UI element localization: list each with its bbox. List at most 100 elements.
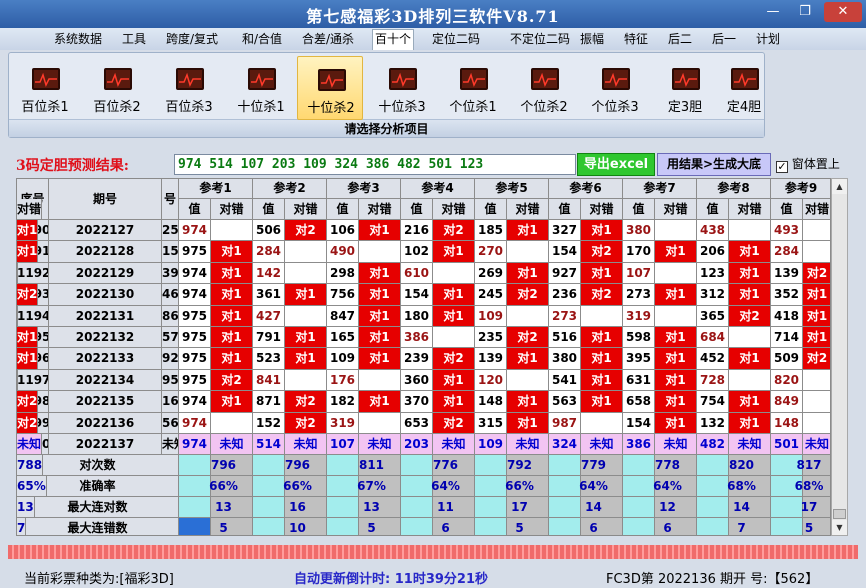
tool-button-9[interactable]: 定3胆 bbox=[652, 56, 718, 120]
tool-button-8[interactable]: 个位杀3 bbox=[582, 56, 648, 120]
value-cell: 418 bbox=[771, 306, 803, 327]
vertical-scrollbar[interactable]: ▲ ▼ bbox=[831, 178, 848, 536]
judge-cell bbox=[729, 370, 771, 391]
scroll-down-icon[interactable]: ▼ bbox=[832, 520, 847, 535]
value-cell: 841 bbox=[253, 370, 285, 391]
row-num: 562 bbox=[162, 413, 179, 434]
row-num: 256 bbox=[162, 220, 179, 241]
menu-item-0[interactable]: 系统数据 bbox=[52, 30, 104, 48]
stat-value: 13 bbox=[195, 497, 253, 518]
hit-cell: 对1 bbox=[581, 220, 623, 241]
hit-cell: 对1 bbox=[359, 391, 401, 413]
stat-value: 788 bbox=[17, 455, 44, 476]
stat-value: 5 bbox=[195, 518, 253, 535]
checkbox-check-icon[interactable]: ✓ bbox=[776, 161, 788, 173]
hit-cell: 未知 bbox=[285, 434, 327, 455]
row-period: 2022133 bbox=[49, 348, 162, 370]
row-period: 2022130 bbox=[49, 284, 162, 306]
judge-cell bbox=[211, 220, 253, 241]
value-cell: 236 bbox=[549, 284, 581, 306]
value-cell: 452 bbox=[697, 348, 729, 370]
header-ref-1: 参考2 bbox=[253, 179, 327, 199]
menu-item-3[interactable]: 和/合值 bbox=[240, 30, 284, 48]
stat-value: 792 bbox=[491, 455, 549, 476]
value-cell: 684 bbox=[697, 327, 729, 348]
tool-button-1[interactable]: 百位杀2 bbox=[84, 56, 150, 120]
value-cell: 109 bbox=[327, 348, 359, 370]
value-cell: 927 bbox=[549, 263, 581, 284]
value-cell: 386 bbox=[623, 434, 655, 455]
stat-value: 5 bbox=[787, 518, 830, 535]
hit-cell: 对1 bbox=[729, 241, 771, 263]
menu-item-10[interactable]: 后二 bbox=[666, 30, 694, 48]
judge-cell bbox=[285, 370, 327, 391]
value-cell: 235 bbox=[475, 327, 507, 348]
scroll-thumb[interactable] bbox=[833, 509, 846, 519]
hit-cell: 对1 bbox=[729, 263, 771, 284]
stat-value: 10 bbox=[269, 518, 327, 535]
value-cell: 370 bbox=[401, 391, 433, 413]
hit-cell: 对2 bbox=[729, 306, 771, 327]
menu-item-11[interactable]: 后一 bbox=[710, 30, 738, 48]
tool-button-0[interactable]: 百位杀1 bbox=[12, 56, 78, 120]
hit-cell: 未知 bbox=[433, 434, 475, 455]
row-period: 2022135 bbox=[49, 391, 162, 413]
menu-item-2[interactable]: 跨度/复式 bbox=[164, 30, 220, 48]
chart-monitor-icon bbox=[460, 68, 488, 90]
tool-button-2[interactable]: 百位杀3 bbox=[156, 56, 222, 120]
value-cell: 132 bbox=[697, 413, 729, 434]
value-cell: 148 bbox=[475, 391, 507, 413]
row-period: 2022137 bbox=[49, 434, 162, 455]
judge-cell bbox=[803, 413, 830, 434]
tool-button-10[interactable]: 定4胆 bbox=[711, 56, 777, 120]
menu-item-5[interactable]: 百十个 bbox=[372, 29, 415, 50]
hit-cell: 对1 bbox=[211, 327, 253, 348]
value-cell: 438 bbox=[697, 220, 729, 241]
tool-button-3[interactable]: 十位杀1 bbox=[228, 56, 294, 120]
minimize-button[interactable]: — bbox=[760, 2, 786, 22]
tool-button-4[interactable]: 十位杀2 bbox=[297, 56, 363, 120]
menu-item-7[interactable]: 不定位二码 bbox=[508, 30, 572, 48]
maximize-button[interactable]: ❐ bbox=[792, 2, 818, 22]
value-cell: 176 bbox=[327, 370, 359, 391]
row-num: 未知 bbox=[162, 434, 179, 455]
stat-value: 811 bbox=[343, 455, 401, 476]
value-cell: 206 bbox=[697, 241, 729, 263]
hit-cell: 对1 bbox=[285, 284, 327, 306]
generate-base-button[interactable]: 用结果>生成大底 bbox=[657, 153, 771, 176]
menu-item-12[interactable]: 计划 bbox=[754, 30, 782, 48]
value-cell: 120 bbox=[475, 370, 507, 391]
tool-button-7[interactable]: 个位杀2 bbox=[511, 56, 577, 120]
scroll-up-icon[interactable]: ▲ bbox=[832, 179, 847, 194]
header-judge: 对错 bbox=[211, 199, 253, 220]
hit-cell: 对1 bbox=[359, 220, 401, 241]
menu-item-9[interactable]: 特征 bbox=[622, 30, 650, 48]
stat-value: 68% bbox=[713, 476, 771, 497]
hit-cell: 对1 bbox=[581, 263, 623, 284]
value-cell: 270 bbox=[475, 241, 507, 263]
analysis-toolbar: 请选择分析项目 百位杀1 百位杀2 百位杀3 十位杀1 十位杀2 十位杀3 个位杀1 个位杀2… bbox=[8, 52, 765, 138]
close-button[interactable]: ✕ bbox=[824, 2, 862, 22]
hit-cell: 对2 bbox=[581, 284, 623, 306]
menu-item-6[interactable]: 定位二码 bbox=[430, 30, 482, 48]
tool-label: 个位杀1 bbox=[449, 100, 497, 115]
value-cell: 152 bbox=[253, 413, 285, 434]
value-cell: 523 bbox=[253, 348, 285, 370]
menu-item-4[interactable]: 合差/通杀 bbox=[300, 30, 356, 48]
export-excel-button[interactable]: 导出excel bbox=[577, 153, 655, 176]
menu-item-1[interactable]: 工具 bbox=[120, 30, 148, 48]
hit-cell: 对1 bbox=[729, 413, 771, 434]
tool-label: 百位杀3 bbox=[165, 100, 213, 115]
judge-cell bbox=[729, 327, 771, 348]
status-bar: 当前彩票种类为:[福彩3D] 自动更新倒计时: 11时39分21秒 FC3D第 … bbox=[0, 563, 866, 588]
tool-button-5[interactable]: 十位杀3 bbox=[369, 56, 435, 120]
prediction-result-field[interactable]: 974 514 107 203 109 324 386 482 501 123 bbox=[174, 154, 576, 175]
tool-button-6[interactable]: 个位杀1 bbox=[440, 56, 506, 120]
value-cell: 427 bbox=[253, 306, 285, 327]
menu-item-8[interactable]: 振幅 bbox=[578, 30, 606, 48]
hit-cell: 未知 bbox=[803, 434, 830, 455]
value-cell: 180 bbox=[401, 306, 433, 327]
stat-value: 13 bbox=[343, 497, 401, 518]
window-on-top-checkbox[interactable]: ✓ 窗体置上 bbox=[776, 155, 840, 173]
row-seq: 1192 bbox=[17, 263, 49, 284]
